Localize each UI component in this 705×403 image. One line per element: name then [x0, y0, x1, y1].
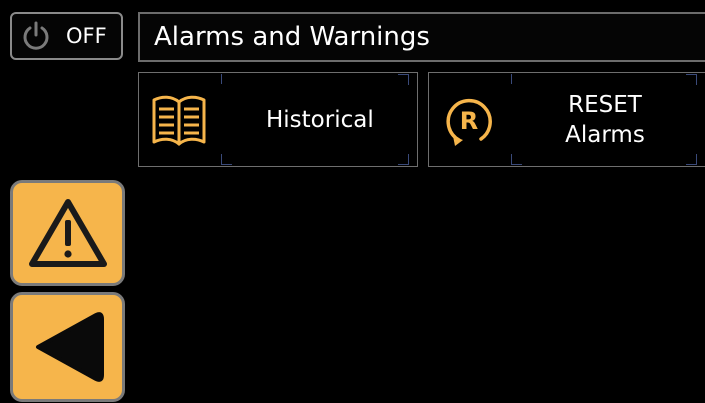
- reset-alarms-label: RESET Alarms: [555, 90, 655, 150]
- reset-label-line2: Alarms: [565, 121, 645, 148]
- page-title: Alarms and Warnings: [154, 22, 430, 52]
- back-button[interactable]: [10, 292, 125, 402]
- reset-alarms-button[interactable]: R RESET Alarms: [428, 72, 705, 167]
- historical-button[interactable]: Historical: [138, 72, 418, 167]
- power-state-label: OFF: [66, 24, 107, 48]
- page-title-bar: Alarms and Warnings: [138, 12, 705, 62]
- reset-r-icon: R: [446, 98, 492, 146]
- warnings-button[interactable]: [10, 180, 125, 286]
- book-icon: [152, 95, 206, 145]
- power-icon: [23, 21, 49, 50]
- back-arrow-icon: [35, 312, 104, 382]
- svg-text:R: R: [460, 107, 478, 135]
- power-off-button[interactable]: OFF: [10, 12, 123, 60]
- warning-triangle-icon: [28, 199, 107, 267]
- reset-label-line1: RESET: [568, 91, 642, 118]
- historical-label: Historical: [266, 106, 374, 133]
